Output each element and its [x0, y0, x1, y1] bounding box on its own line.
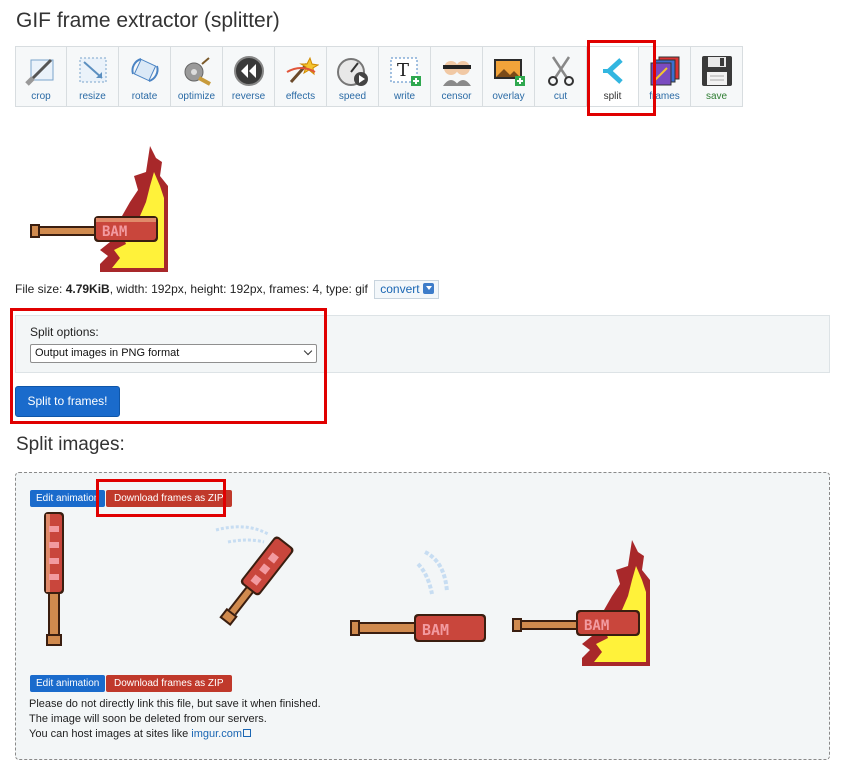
highlight-split-options	[10, 308, 327, 424]
scissors-icon	[547, 56, 574, 86]
tool-effects[interactable]: effects	[275, 46, 327, 107]
write-icon: T	[390, 57, 421, 86]
tool-censor[interactable]: censor	[431, 46, 483, 107]
file-info-details: , width: 192px, height: 192px, frames: 4…	[109, 282, 368, 296]
download-icon	[422, 283, 434, 294]
tool-label: save	[705, 91, 728, 102]
reverse-icon	[233, 56, 264, 86]
preview-bam-text: BAM	[102, 224, 127, 240]
tool-crop[interactable]: crop	[15, 46, 67, 107]
notice-line-3: You can host images at sites like imgur.…	[29, 727, 321, 742]
tool-resize[interactable]: resize	[67, 46, 119, 107]
tool-label: crop	[31, 91, 51, 102]
overlay-icon	[493, 59, 525, 86]
tool-write[interactable]: T write	[379, 46, 431, 107]
file-info: File size: 4.79KiB, width: 192px, height…	[15, 280, 439, 299]
resize-icon	[79, 57, 106, 83]
frame-4-image: BAM	[512, 540, 650, 666]
tool-label: overlay	[492, 91, 525, 102]
tool-speed[interactable]: speed	[327, 46, 379, 107]
tool-label: optimize	[177, 91, 216, 102]
tool-cut[interactable]: cut	[535, 46, 587, 107]
tool-label: effects	[285, 91, 316, 102]
effects-icon	[286, 56, 319, 83]
tool-label: resize	[79, 91, 106, 102]
tool-reverse[interactable]: reverse	[223, 46, 275, 107]
frame-1-image	[44, 512, 64, 646]
tool-label: write	[393, 91, 416, 102]
tool-rotate[interactable]: rotate	[119, 46, 171, 107]
edit-animation-button-top[interactable]: Edit animation	[30, 490, 106, 507]
external-link-icon	[243, 729, 251, 737]
notice-line-3-prefix: You can host images at sites like	[29, 728, 192, 740]
tool-label: reverse	[231, 91, 266, 102]
tool-save[interactable]: save	[691, 46, 743, 107]
optimize-icon	[184, 57, 211, 86]
convert-link[interactable]: convert	[374, 280, 439, 299]
highlight-download-zip	[96, 479, 226, 517]
tool-label: cut	[553, 91, 568, 102]
tool-overlay[interactable]: overlay	[483, 46, 535, 107]
hosting-notice: Please do not directly link this file, b…	[29, 697, 321, 742]
file-info-prefix: File size:	[15, 282, 66, 296]
highlight-split-tool	[587, 40, 656, 116]
split-images-title: Split images:	[16, 434, 125, 455]
tool-label: speed	[338, 91, 367, 102]
tool-label: rotate	[131, 91, 158, 102]
convert-label: convert	[380, 282, 420, 296]
page-title: GIF frame extractor (splitter)	[16, 9, 280, 32]
save-icon	[701, 56, 732, 86]
frame-3-image: BAM	[350, 550, 486, 642]
edit-animation-button-bottom[interactable]: Edit animation	[30, 675, 106, 692]
frame-3-bam-text: BAM	[422, 621, 449, 639]
notice-line-2: The image will soon be deleted from our …	[29, 713, 267, 725]
imgur-link[interactable]: imgur.com	[191, 728, 242, 740]
file-size-value: 4.79KiB	[65, 282, 110, 296]
preview-image: BAM	[30, 146, 168, 272]
frame-2-image	[215, 525, 294, 626]
notice-line-1: Please do not directly link this file, b…	[29, 698, 321, 710]
crop-icon	[25, 58, 54, 86]
frame-4-bam-text: BAM	[584, 618, 609, 634]
speed-icon	[336, 58, 368, 86]
rotate-icon	[131, 58, 158, 82]
censor-icon	[442, 61, 471, 86]
tool-label: censor	[441, 91, 472, 102]
tool-optimize[interactable]: optimize	[171, 46, 223, 107]
svg-text:T: T	[397, 60, 409, 81]
download-zip-button-bottom[interactable]: Download frames as ZIP	[106, 675, 232, 692]
